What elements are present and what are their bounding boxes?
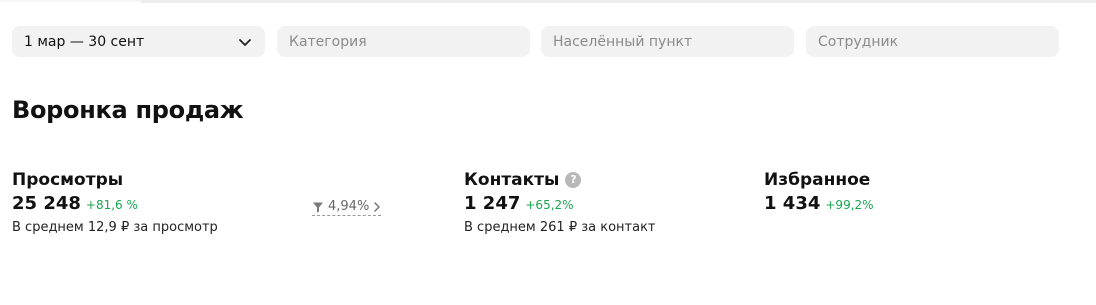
category-placeholder: Категория bbox=[289, 33, 367, 50]
views-block: Просмотры 25 248 +81,6 % В среднем 12,9 … bbox=[12, 170, 218, 235]
chevron-down-icon bbox=[237, 34, 253, 50]
date-range-select[interactable]: 1 мар — 30 сент bbox=[12, 26, 265, 57]
locality-select[interactable]: Населённый пункт bbox=[541, 26, 794, 57]
top-strip bbox=[140, 0, 1096, 3]
views-note: В среднем 12,9 ₽ за просмотр bbox=[12, 220, 218, 235]
views-change: +81,6 % bbox=[85, 198, 138, 212]
filter-icon bbox=[312, 201, 324, 213]
views-value-row: 25 248 +81,6 % bbox=[12, 193, 218, 214]
contacts-value: 1 247 bbox=[464, 193, 521, 214]
contacts-label: Контакты bbox=[464, 170, 560, 190]
category-select[interactable]: Категория bbox=[277, 26, 530, 57]
views-label: Просмотры bbox=[12, 170, 124, 190]
contacts-value-row: 1 247 +65,2% bbox=[464, 193, 656, 214]
conversion-link[interactable]: 4,94% bbox=[312, 199, 382, 216]
favorites-block: Избранное 1 434 +99,2% bbox=[764, 170, 874, 214]
favorites-label: Избранное bbox=[764, 170, 871, 190]
page-title: Воронка продаж bbox=[12, 96, 244, 124]
contacts-change: +65,2% bbox=[525, 198, 574, 212]
views-value: 25 248 bbox=[12, 193, 81, 214]
employee-select[interactable]: Сотрудник bbox=[806, 26, 1059, 57]
locality-placeholder: Населённый пункт bbox=[553, 33, 693, 50]
help-icon[interactable]: ? bbox=[565, 172, 582, 188]
favorites-change: +99,2% bbox=[825, 198, 874, 212]
date-range-value: 1 мар — 30 сент bbox=[24, 33, 145, 50]
contacts-label-row: Контакты ? bbox=[464, 170, 656, 190]
favorites-value-row: 1 434 +99,2% bbox=[764, 193, 874, 214]
contacts-block: Контакты ? 1 247 +65,2% В среднем 261 ₽ … bbox=[464, 170, 656, 235]
conversion-value: 4,94% bbox=[328, 199, 370, 214]
favorites-value: 1 434 bbox=[764, 193, 821, 214]
employee-placeholder: Сотрудник bbox=[818, 33, 899, 50]
chevron-right-icon bbox=[373, 201, 381, 213]
contacts-note: В среднем 261 ₽ за контакт bbox=[464, 220, 656, 235]
